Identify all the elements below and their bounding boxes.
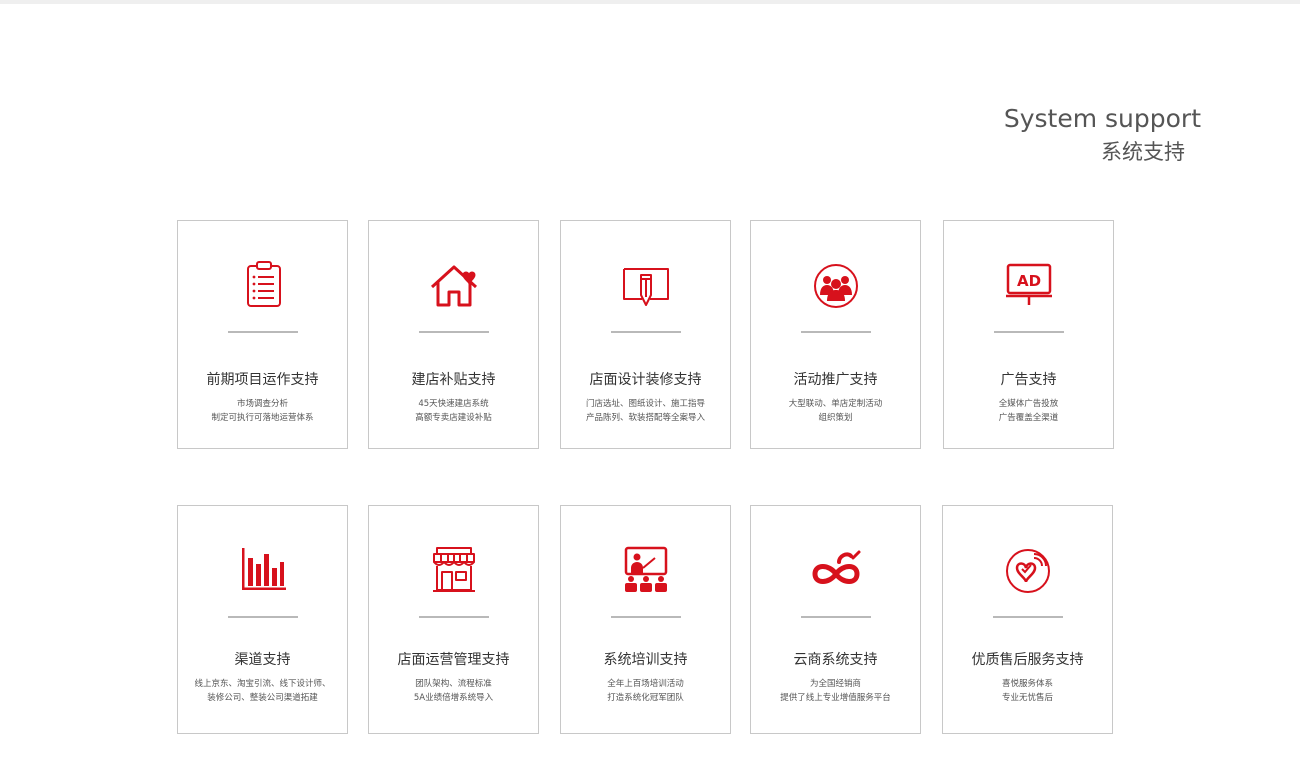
card-project-operation[interactable]: 前期项目运作支持 市场调查分析 制定可执行可落地运营体系 xyxy=(177,220,348,449)
card-desc-line: 打造系统化冠军团队 xyxy=(607,693,684,703)
card-channel[interactable]: 渠道支持 线上京东、淘宝引流、线下设计师、 装修公司、整装公司渠道拓建 xyxy=(177,505,348,734)
card-promotion[interactable]: 活动推广支持 大型联动、单店定制活动 组织策划 xyxy=(750,220,921,449)
card-title: 活动推广支持 xyxy=(793,372,878,388)
card-desc: 喜悦服务体系 专业无忧售后 xyxy=(943,677,1112,705)
card-title: 云商系统支持 xyxy=(793,652,878,668)
card-desc: 门店选址、图纸设计、施工指导 产品陈列、软装搭配等全案导入 xyxy=(561,397,730,425)
card-title: 前期项目运作支持 xyxy=(206,372,319,388)
card-desc-line: 团队架构、流程标准 xyxy=(415,679,492,689)
clipboard-checklist-icon xyxy=(236,259,290,313)
card-divider xyxy=(610,616,681,618)
card-desc-line: 装修公司、整装公司渠道拓建 xyxy=(207,693,318,703)
top-strip xyxy=(0,0,1300,4)
card-title: 优质售后服务支持 xyxy=(971,652,1084,668)
group-people-icon xyxy=(809,259,863,313)
card-title: 广告支持 xyxy=(1000,372,1057,388)
card-title: 系统培训支持 xyxy=(603,652,688,668)
card-desc-line: 为全国经销商 xyxy=(809,679,861,689)
design-pencil-icon xyxy=(619,259,673,313)
card-training[interactable]: 系统培训支持 全年上百场培训活动 打造系统化冠军团队 xyxy=(560,505,731,734)
card-divider xyxy=(227,616,298,618)
card-desc: 为全国经销商 提供了线上专业增值服务平台 xyxy=(751,677,920,705)
card-desc: 45天快速建店系统 高额专卖店建设补贴 xyxy=(369,397,538,425)
card-desc-line: 喜悦服务体系 xyxy=(1001,679,1053,689)
card-desc: 市场调查分析 制定可执行可落地运营体系 xyxy=(178,397,347,425)
bar-chart-icon xyxy=(236,544,290,598)
card-divider xyxy=(418,616,489,618)
card-desc-line: 线上京东、淘宝引流、线下设计师、 xyxy=(194,679,331,689)
card-divider xyxy=(993,331,1064,333)
card-desc-line: 提供了线上专业增值服务平台 xyxy=(780,693,891,703)
card-desc-line: 广告覆盖全渠道 xyxy=(998,413,1059,423)
card-divider xyxy=(610,331,681,333)
house-heart-icon xyxy=(427,259,481,313)
card-title: 店面设计装修支持 xyxy=(589,372,702,388)
card-desc-line: 组织策划 xyxy=(818,413,853,423)
card-divider xyxy=(800,331,871,333)
section-heading: System support 系统支持 xyxy=(1004,103,1201,166)
card-divider xyxy=(992,616,1063,618)
heart-service-icon xyxy=(1001,544,1055,598)
card-cloud-system[interactable]: 云商系统支持 为全国经销商 提供了线上专业增值服务平台 xyxy=(750,505,921,734)
card-desc-line: 高额专卖店建设补贴 xyxy=(415,413,492,423)
card-desc-line: 产品陈列、软装搭配等全案导入 xyxy=(585,413,705,423)
card-divider xyxy=(800,616,871,618)
card-advertising[interactable]: AD 广告支持 全媒体广告投放 广告覆盖全渠道 xyxy=(943,220,1114,449)
card-desc: 线上京东、淘宝引流、线下设计师、 装修公司、整装公司渠道拓建 xyxy=(178,677,347,705)
card-store-management[interactable]: 店面运营管理支持 团队架构、流程标准 5A业绩倍增系统导入 xyxy=(368,505,539,734)
card-desc-line: 5A业绩倍增系统导入 xyxy=(413,693,494,703)
card-title: 渠道支持 xyxy=(234,652,291,668)
card-desc-line: 全媒体广告投放 xyxy=(998,399,1059,409)
card-title: 建店补贴支持 xyxy=(411,372,496,388)
section-title-en: System support xyxy=(1003,104,1201,133)
card-desc: 大型联动、单店定制活动 组织策划 xyxy=(751,397,920,425)
storefront-icon xyxy=(427,544,481,598)
cloud-infinity-icon xyxy=(809,544,863,598)
card-desc-line: 门店选址、图纸设计、施工指导 xyxy=(585,399,705,409)
card-divider xyxy=(418,331,489,333)
svg-text:AD: AD xyxy=(1016,272,1040,290)
card-desc-line: 制定可执行可落地运营体系 xyxy=(211,413,314,423)
card-store-subsidy[interactable]: 建店补贴支持 45天快速建店系统 高额专卖店建设补贴 xyxy=(368,220,539,449)
card-desc-line: 专业无忧售后 xyxy=(1001,693,1053,703)
card-store-design[interactable]: 店面设计装修支持 门店选址、图纸设计、施工指导 产品陈列、软装搭配等全案导入 xyxy=(560,220,731,449)
card-desc: 全媒体广告投放 广告覆盖全渠道 xyxy=(944,397,1113,425)
card-after-sales[interactable]: 优质售后服务支持 喜悦服务体系 专业无忧售后 xyxy=(942,505,1113,734)
training-presentation-icon xyxy=(619,544,673,598)
card-divider xyxy=(227,331,298,333)
ad-billboard-icon: AD xyxy=(1002,259,1056,313)
card-desc: 全年上百场培训活动 打造系统化冠军团队 xyxy=(561,677,730,705)
card-desc: 团队架构、流程标准 5A业绩倍增系统导入 xyxy=(369,677,538,705)
card-title: 店面运营管理支持 xyxy=(397,652,510,668)
card-desc-line: 45天快速建店系统 xyxy=(418,399,489,409)
card-desc-line: 全年上百场培训活动 xyxy=(607,679,684,689)
card-desc-line: 大型联动、单店定制活动 xyxy=(788,399,883,409)
section-title-cn: 系统支持 xyxy=(1101,140,1185,164)
card-desc-line: 市场调查分析 xyxy=(236,399,288,409)
